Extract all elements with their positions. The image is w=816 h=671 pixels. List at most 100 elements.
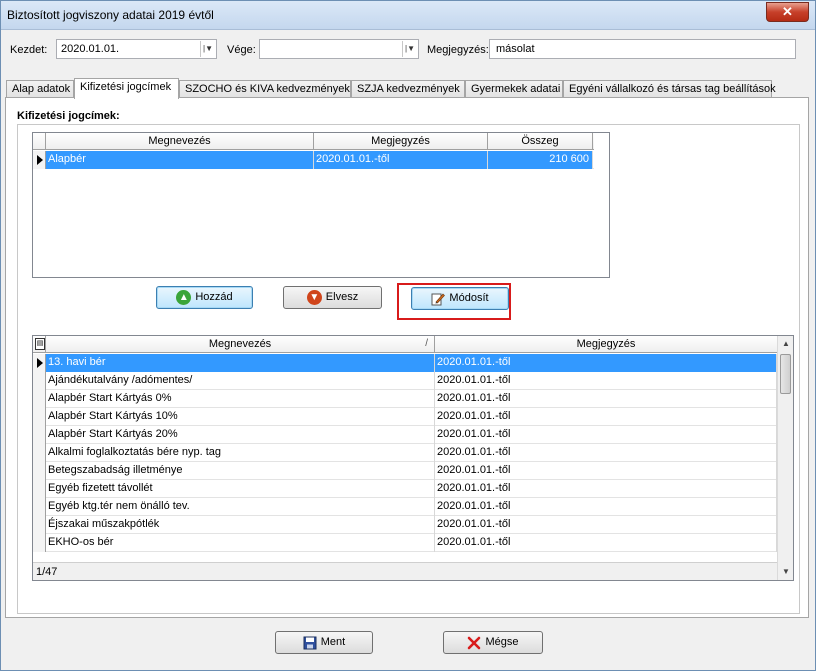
cell-megjegyzes[interactable]: 2020.01.01.-től bbox=[435, 354, 777, 372]
cell-megjegyzes[interactable]: 2020.01.01.-től bbox=[435, 516, 777, 534]
cell-megjegyzes[interactable]: 2020.01.01.-től bbox=[435, 534, 777, 552]
cell-megjegyzes[interactable]: 2020.01.01.-től bbox=[435, 372, 777, 390]
vertical-scrollbar[interactable]: ▲ ▼ bbox=[777, 336, 793, 580]
row-indicator bbox=[33, 372, 46, 390]
cell-megjegyzes[interactable]: 2020.01.01.-től bbox=[435, 408, 777, 426]
col-header-megnevezes[interactable]: Megnevezés / bbox=[46, 336, 435, 353]
table-row[interactable]: EKHO-os bér 2020.01.01.-től bbox=[33, 534, 777, 552]
row-indicator bbox=[33, 444, 46, 462]
kezdet-dropdown-icon[interactable]: |▼ bbox=[200, 41, 215, 57]
vege-label: Vége: bbox=[227, 44, 256, 56]
cell-megjegyzes[interactable]: 2020.01.01.-től bbox=[314, 151, 488, 169]
title-bar: Biztosított jogviszony adatai 2019 évtől… bbox=[1, 1, 815, 30]
table-row[interactable]: Ajándékutalvány /adómentes/2020.01.01.-t… bbox=[33, 372, 777, 390]
arrow-down-icon: ▼ bbox=[306, 290, 322, 305]
scroll-up-icon[interactable]: ▲ bbox=[778, 336, 794, 352]
cell-megnevezes[interactable]: EKHO-os bér bbox=[46, 534, 435, 552]
highlight-annotation bbox=[397, 283, 511, 320]
record-counter: 1/47 bbox=[36, 566, 58, 578]
filter-header[interactable]: ▤ bbox=[33, 336, 46, 353]
table-row[interactable]: 13. havi bér 2020.01.01.-től bbox=[33, 354, 777, 372]
filter-icon[interactable]: ▤ bbox=[35, 338, 45, 350]
cell-megjegyzes[interactable]: 2020.01.01.-től bbox=[435, 390, 777, 408]
available-items-grid[interactable]: ▤ Megnevezés / Megjegyzés 13. havi bér 20… bbox=[32, 335, 794, 581]
megse-label: Mégse bbox=[485, 636, 519, 648]
current-row-icon bbox=[37, 358, 43, 368]
table-row[interactable]: Egyéb ktg.tér nem önálló tev. 2020.01.01.… bbox=[33, 498, 777, 516]
scroll-down-icon[interactable]: ▼ bbox=[778, 564, 794, 580]
col-header-megnevezes[interactable]: Megnevezés bbox=[46, 133, 314, 150]
indicator-header bbox=[33, 133, 46, 150]
elvesz-button[interactable]: ▼ Elvesz bbox=[283, 286, 382, 309]
vege-date-field[interactable]: |▼ bbox=[259, 39, 419, 59]
cell-megnevezes[interactable]: Alapbér Start Kártyás 20% bbox=[46, 426, 435, 444]
grid-footer: 1/47 bbox=[33, 562, 777, 580]
cell-megnevezes[interactable]: Alkalmi foglalkoztatás bére nyp. tag bbox=[46, 444, 435, 462]
arrow-up-icon: ▲ bbox=[176, 290, 192, 305]
cell-megjegyzes[interactable]: 2020.01.01.-től bbox=[435, 444, 777, 462]
tab-alap-adatok[interactable]: Alap adatok bbox=[6, 80, 74, 98]
col-header-osszeg[interactable]: Összeg bbox=[488, 133, 593, 150]
col-header-megjegyzes[interactable]: Megjegyzés bbox=[314, 133, 488, 150]
tab-gyermekek-adatai[interactable]: Gyermekek adatai bbox=[465, 80, 563, 98]
cell-megjegyzes[interactable]: 2020.01.01.-től bbox=[435, 498, 777, 516]
tab-egyeni-vallalkozo[interactable]: Egyéni vállalkozó és társas tag beállítá… bbox=[563, 80, 776, 98]
kezdet-date-field[interactable]: 2020.01.01. |▼ bbox=[56, 39, 217, 59]
megse-button[interactable]: Mégse bbox=[443, 631, 543, 654]
row-indicator bbox=[33, 498, 46, 516]
cell-megnevezes[interactable]: Éjszakai műszakpótlék bbox=[46, 516, 435, 534]
cell-megnevezes[interactable]: Betegszabadság illetménye bbox=[46, 462, 435, 480]
row-indicator bbox=[33, 480, 46, 498]
current-row-icon bbox=[37, 155, 43, 165]
table-row[interactable]: Betegszabadság illetménye 2020.01.01.-től bbox=[33, 462, 777, 480]
row-indicator bbox=[33, 408, 46, 426]
tab-szocho-kiva[interactable]: SZOCHO és KIVA kedvezmények bbox=[179, 80, 351, 98]
ment-button[interactable]: Ment bbox=[275, 631, 373, 654]
col-header-megnevezes-label: Megnevezés bbox=[208, 338, 272, 350]
scroll-thumb[interactable] bbox=[780, 354, 791, 394]
tab-kifizetesi-jogcimek[interactable]: Kifizetési jogcímek bbox=[74, 78, 179, 99]
cell-megjegyzes[interactable]: 2020.01.01.-től bbox=[435, 426, 777, 444]
cell-osszeg[interactable]: 210 600 bbox=[488, 151, 593, 169]
ment-label: Ment bbox=[320, 636, 346, 648]
close-button[interactable]: ✕ bbox=[766, 2, 809, 22]
hozzad-label: Hozzád bbox=[195, 291, 233, 303]
megjegyzes-input[interactable]: másolat bbox=[489, 39, 796, 59]
window-title: Biztosított jogviszony adatai 2019 évtől bbox=[7, 8, 214, 22]
dialog-window: Biztosított jogviszony adatai 2019 évtől… bbox=[0, 0, 816, 671]
cell-megnevezes[interactable]: Alapbér bbox=[46, 151, 314, 169]
assigned-items-grid[interactable]: Megnevezés Megjegyzés Összeg Alapbér 202… bbox=[32, 132, 610, 278]
tab-szja-kedvezmenyek[interactable]: SZJA kedvezmények bbox=[351, 80, 465, 98]
cell-megnevezes[interactable]: Egyéb ktg.tér nem önálló tev. bbox=[46, 498, 435, 516]
sort-icon: / bbox=[425, 338, 428, 349]
row-indicator bbox=[33, 354, 46, 372]
row-indicator bbox=[33, 534, 46, 552]
elvesz-label: Elvesz bbox=[325, 291, 359, 303]
table-row[interactable]: Alapbér Start Kártyás 20% 2020.01.01.-től bbox=[33, 426, 777, 444]
kezdet-value: 2020.01.01. bbox=[61, 43, 120, 55]
cell-megnevezes[interactable]: 13. havi bér bbox=[46, 354, 435, 372]
table-row[interactable]: Alapbér Start Kártyás 10% 2020.01.01.-től bbox=[33, 408, 777, 426]
row-indicator bbox=[33, 426, 46, 444]
cell-megjegyzes[interactable]: 2020.01.01.-től bbox=[435, 462, 777, 480]
cell-megnevezes[interactable]: Alapbér Start Kártyás 0% bbox=[46, 390, 435, 408]
col-header-megjegyzes[interactable]: Megjegyzés bbox=[435, 336, 777, 353]
cell-megnevezes[interactable]: Alapbér Start Kártyás 10% bbox=[46, 408, 435, 426]
section-title: Kifizetési jogcímek: bbox=[17, 110, 120, 122]
table-row[interactable]: Éjszakai műszakpótlék 2020.01.01.-től bbox=[33, 516, 777, 534]
megjegyzes-value: másolat bbox=[496, 43, 535, 55]
table-row[interactable]: Egyéb fizetett távollét 2020.01.01.-től bbox=[33, 480, 777, 498]
row-indicator bbox=[33, 516, 46, 534]
cell-megjegyzes[interactable]: 2020.01.01.-től bbox=[435, 480, 777, 498]
vege-dropdown-icon[interactable]: |▼ bbox=[402, 41, 417, 57]
cell-megnevezes[interactable]: Ajándékutalvány /adómentes/ bbox=[46, 372, 435, 390]
grid-header: ▤ Megnevezés / Megjegyzés bbox=[33, 336, 777, 353]
cell-megnevezes[interactable]: Egyéb fizetett távollét bbox=[46, 480, 435, 498]
table-row[interactable]: Alkalmi foglalkoztatás bére nyp. tag 2020… bbox=[33, 444, 777, 462]
table-row[interactable]: Alapbér 2020.01.01.-től 210 600 bbox=[33, 151, 594, 169]
save-disk-icon bbox=[303, 636, 317, 650]
table-row[interactable]: Alapbér Start Kártyás 0% 2020.01.01.-től bbox=[33, 390, 777, 408]
hozzad-button[interactable]: ▲ Hozzád bbox=[156, 286, 253, 309]
jogcimek-groupbox: Megnevezés Megjegyzés Összeg Alapbér 202… bbox=[17, 124, 800, 614]
cancel-x-icon bbox=[467, 636, 481, 650]
